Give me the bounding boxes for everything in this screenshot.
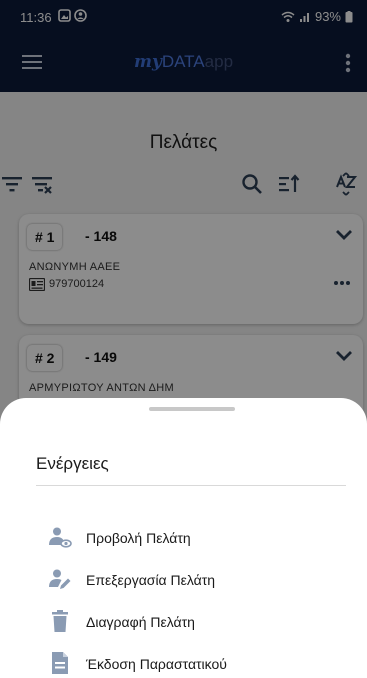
divider	[36, 485, 346, 486]
document-icon	[52, 652, 68, 674]
trash-icon	[52, 610, 68, 632]
action-label: Προβολή Πελάτη	[86, 530, 191, 546]
sheet-title: Ενέργειες	[36, 454, 109, 473]
action-edit-customer[interactable]: Επεξεργασία Πελάτη	[48, 565, 348, 595]
drag-handle[interactable]	[149, 407, 235, 411]
user-edit-icon	[49, 569, 71, 589]
action-view-customer[interactable]: Προβολή Πελάτη	[48, 523, 348, 553]
action-delete-customer[interactable]: Διαγραφή Πελάτη	[48, 607, 348, 637]
action-issue-document[interactable]: Έκδοση Παραστατικού	[48, 649, 348, 678]
actions-bottom-sheet: Ενέργειες Προβολή Πελάτη Επεξεργασία Πελ…	[0, 398, 367, 678]
action-label: Επεξεργασία Πελάτη	[86, 572, 216, 588]
action-label: Διαγραφή Πελάτη	[86, 614, 195, 630]
action-label: Έκδοση Παραστατικού	[86, 656, 227, 672]
user-view-icon	[49, 527, 72, 548]
